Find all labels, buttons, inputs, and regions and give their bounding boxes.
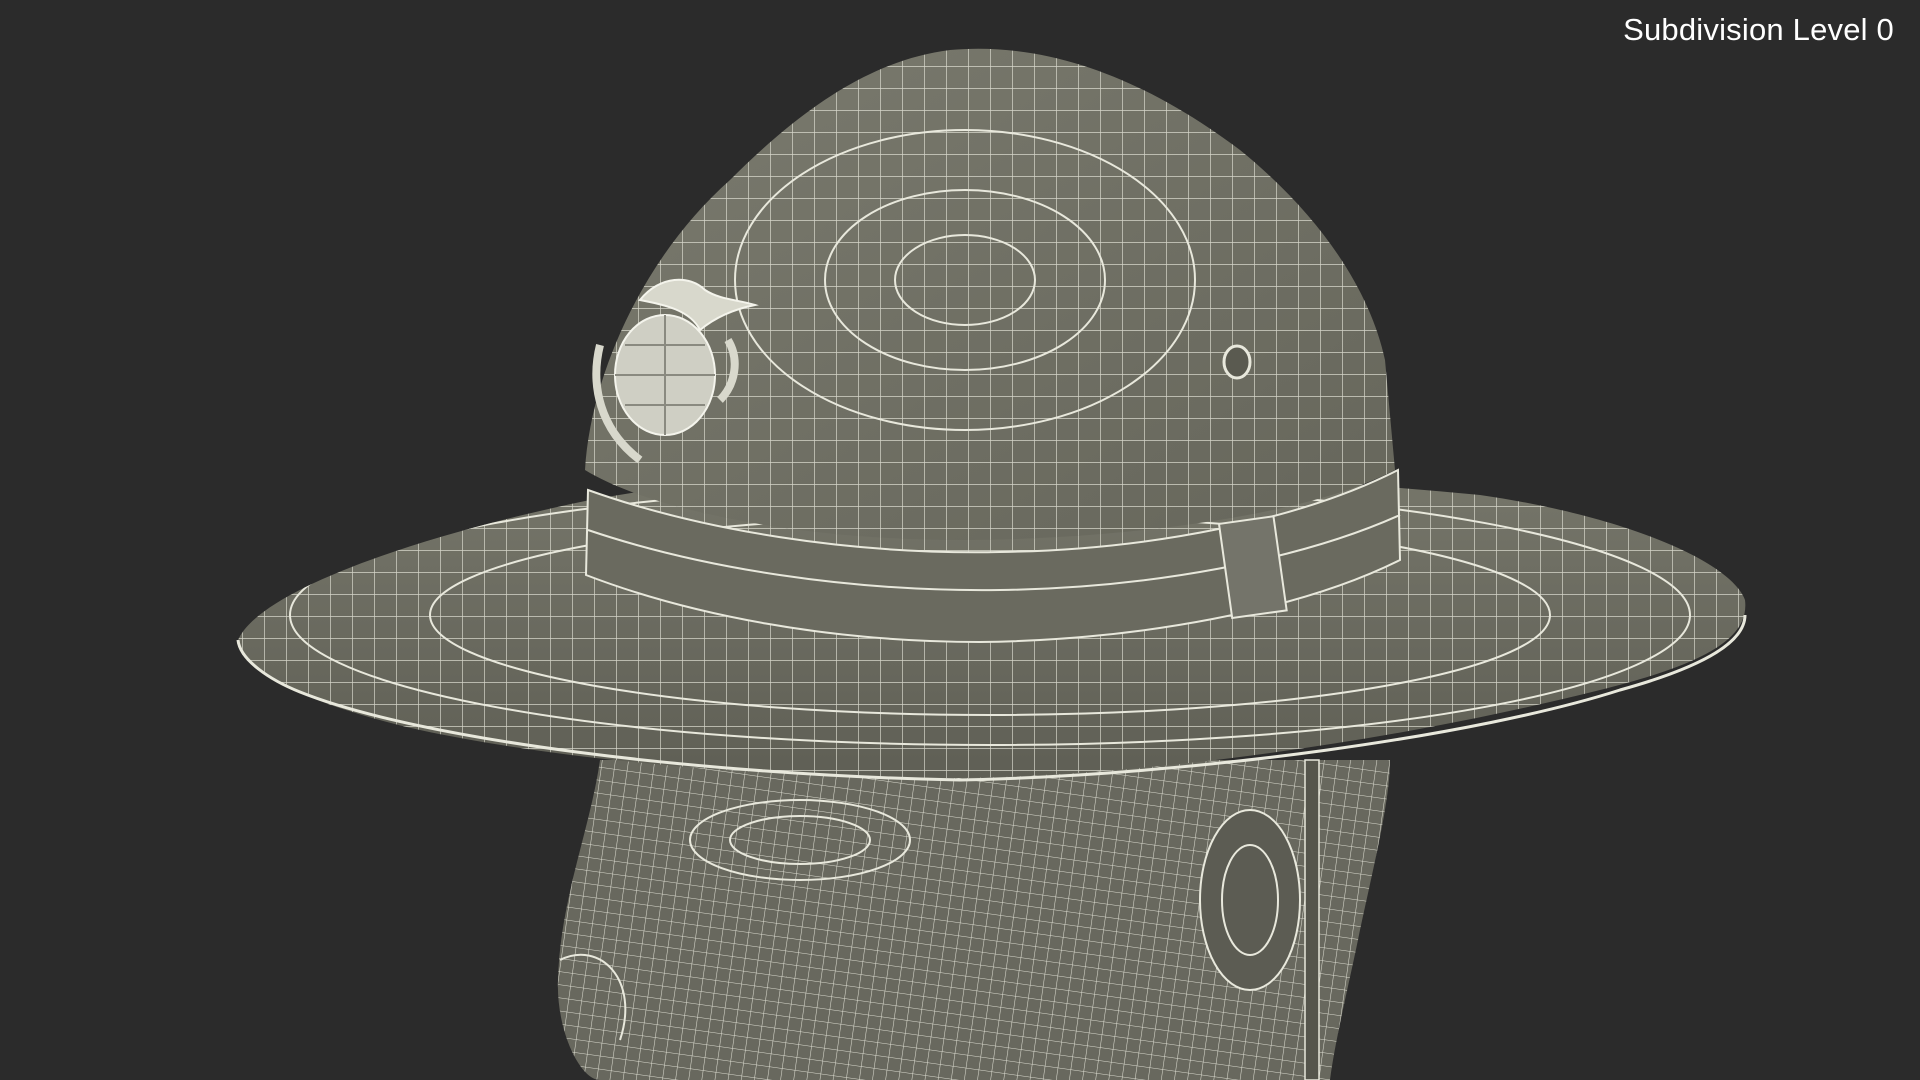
head-mesh <box>557 759 1390 1080</box>
wireframe-render <box>236 48 1747 1080</box>
subdivision-level-label: Subdivision Level 0 <box>1623 12 1894 47</box>
3d-viewport[interactable]: Subdivision Level 0 <box>0 0 1920 1080</box>
